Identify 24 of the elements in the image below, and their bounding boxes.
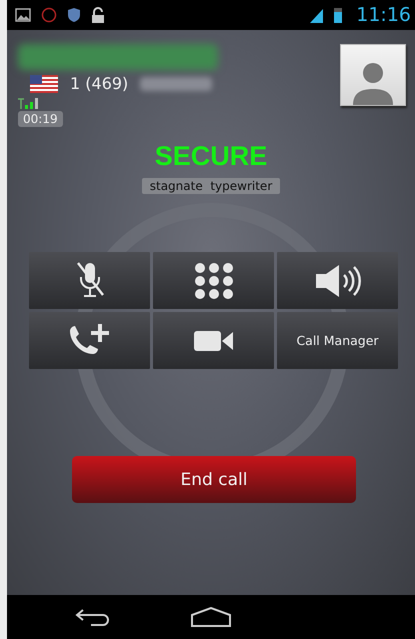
speaker-icon	[314, 262, 362, 298]
video-camera-icon	[194, 328, 234, 352]
signal-icon	[307, 6, 324, 24]
video-button[interactable]	[153, 312, 274, 369]
call-duration: 00:19	[18, 111, 63, 127]
home-icon[interactable]	[191, 607, 231, 627]
speaker-button[interactable]	[277, 252, 398, 309]
phone-number: 1 (469)	[70, 74, 128, 93]
unlocked-padlock-icon	[91, 6, 105, 24]
shield-icon	[67, 7, 81, 23]
keypad-button[interactable]	[153, 252, 274, 309]
clock-time: 11:16	[356, 4, 411, 26]
back-icon[interactable]	[75, 607, 111, 627]
keypad-icon	[194, 262, 234, 298]
mute-button[interactable]	[29, 252, 150, 309]
security-status: SECURE	[154, 141, 268, 172]
picture-icon	[15, 8, 31, 22]
add-call-button[interactable]	[29, 312, 150, 369]
us-flag-icon	[30, 74, 58, 92]
call-manager-button[interactable]: Call Manager	[277, 312, 398, 369]
ring-icon	[41, 7, 57, 23]
verification-phrase: stagnate typewriter	[142, 178, 280, 194]
end-call-button[interactable]: End call	[72, 456, 356, 503]
battery-icon	[334, 7, 342, 23]
